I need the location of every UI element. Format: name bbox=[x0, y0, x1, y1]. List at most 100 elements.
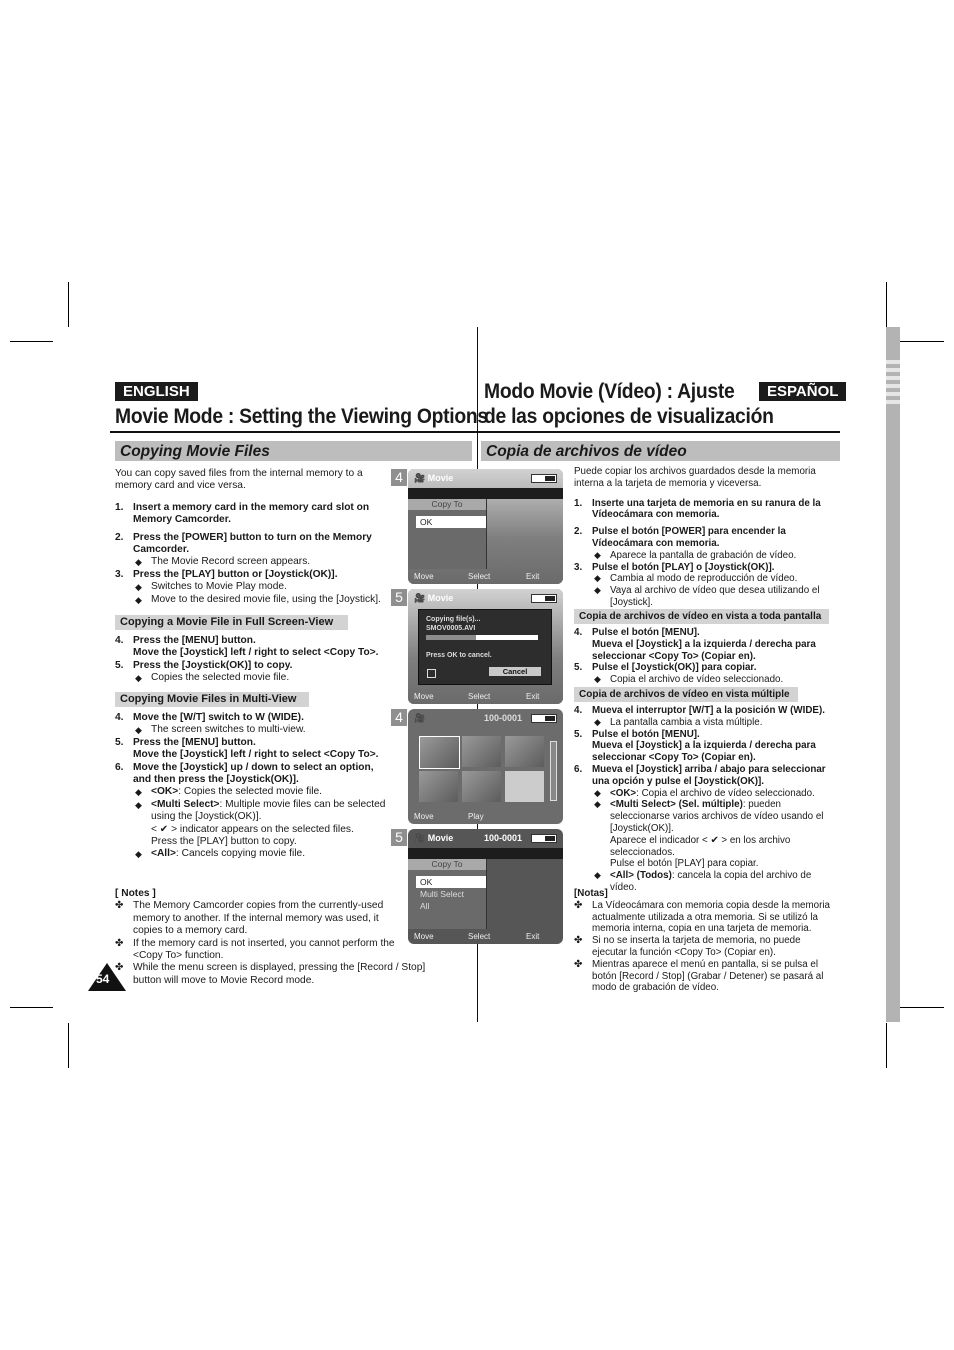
title-rule bbox=[110, 431, 477, 433]
side-tab bbox=[886, 327, 900, 1022]
menu-item-multi-select[interactable]: Multi Select bbox=[420, 888, 486, 900]
crop-mark bbox=[886, 282, 887, 327]
spanish-multi-view-steps: 4. Mueva el interruptor [W/T] a la posici… bbox=[574, 705, 836, 894]
note: ✤ Si no se inserta la tarjeta de memoria,… bbox=[574, 935, 801, 958]
movie-camera-icon: 🎥 bbox=[414, 593, 426, 603]
bullet: ◆ Switches to Movie Play mode. bbox=[135, 581, 287, 593]
copy-progress-bar bbox=[426, 635, 538, 640]
option-multi-select: ◆ <Multi Select> (Sel. múltiple): pueden … bbox=[594, 799, 824, 870]
subsection-multi-view: Copying Movie Files in Multi-View bbox=[115, 692, 309, 707]
camcorder-screen-copy-to: 🎥 Movie Copy To OK Move Select Exit bbox=[408, 469, 563, 584]
bullet: ◆ The screen switches to multi-view. bbox=[135, 724, 306, 736]
subsection-full-screen: Copying a Movie File in Full Screen-View bbox=[115, 615, 348, 630]
step-3: 3. Press the [PLAY] button or [Joystick(O… bbox=[115, 568, 338, 580]
spanish-body: Puede copiar los archivos guardados desd… bbox=[574, 466, 836, 609]
menu-title: Copy To bbox=[408, 859, 486, 870]
camcorder-screen-copying: 🎥 Movie Copying file(s)... SMOV0005.AVI … bbox=[408, 589, 563, 704]
bullet: ◆ Aparece la pantalla de grabación de víd… bbox=[594, 549, 797, 561]
step-5: 5. Pulse el botón [MENU]. Mueva el [Joysti… bbox=[574, 728, 816, 764]
intro-text: You can copy saved files from the intern… bbox=[115, 468, 363, 492]
step-6: 6. Move the [Joystick] up / down to selec… bbox=[115, 761, 374, 786]
note: ✤ La Vídeocámara con memoria copia desde … bbox=[574, 899, 830, 935]
menu-item-ok[interactable]: OK bbox=[416, 876, 486, 888]
english-page-title: Movie Mode : Setting the Viewing Options bbox=[115, 405, 488, 428]
movie-camera-icon: 🎥 bbox=[414, 473, 426, 483]
scrollbar[interactable] bbox=[550, 741, 557, 801]
bullet: ◆ Copies the selected movie file. bbox=[135, 672, 290, 684]
menu-icon-bar bbox=[408, 848, 563, 859]
step-4: 4. Move the [W/T] switch to W (WIDE). bbox=[115, 712, 304, 723]
spanish-title-line2: de las opciones de visualización bbox=[484, 405, 774, 428]
notes-title: [ Notes ] bbox=[115, 888, 156, 899]
cancel-button[interactable]: Cancel bbox=[489, 667, 541, 676]
spanish-notes: [Notas] ✤ La Vídeocámara con memoria copi… bbox=[574, 888, 838, 994]
step-4: 4. Mueva el interruptor [W/T] a la posici… bbox=[574, 705, 825, 716]
bullet: ◆ La pantalla cambia a vista múltiple. bbox=[594, 716, 763, 728]
step-5: 5. Press the [Joystick(OK)] to copy. bbox=[115, 659, 293, 671]
option-multi-select: ◆ <Multi Select>: Multiple movie files ca… bbox=[135, 798, 386, 848]
menu-item-ok[interactable]: OK bbox=[416, 516, 486, 528]
copy-icon bbox=[427, 669, 436, 678]
thumbnail[interactable] bbox=[505, 736, 544, 767]
option-ok: ◆ <OK>: Copies the selected movie file. bbox=[135, 786, 323, 798]
crop-mark bbox=[68, 1023, 69, 1068]
note: ✤ The Memory Camcorder copies from the cu… bbox=[115, 900, 384, 937]
note: ✤ Mientras aparece el menú en pantalla, s… bbox=[574, 958, 824, 994]
copy-to-menu: Copy To OK bbox=[408, 499, 487, 569]
thumbnail[interactable] bbox=[505, 771, 544, 802]
battery-icon bbox=[531, 474, 557, 483]
step-5: 5. Pulse el [Joystick(OK)] para copiar. bbox=[574, 662, 757, 674]
option-all: ◆ <All>: Cancels copying movie file. bbox=[135, 848, 306, 860]
notes-title: [Notas] bbox=[574, 888, 608, 899]
note: ✤ While the menu screen is displayed, pre… bbox=[115, 962, 426, 986]
english-section-title: Copying Movie Files bbox=[115, 441, 472, 461]
subsection-full-screen: Copia de archivos de vídeo en vista a to… bbox=[574, 609, 829, 624]
screen-step-number: 5 bbox=[391, 829, 407, 846]
note: ✤ If the memory card is not inserted, you… bbox=[115, 937, 395, 962]
crop-mark bbox=[10, 341, 53, 342]
battery-icon bbox=[531, 834, 557, 843]
spanish-section-title: Copia de archivos de vídeo bbox=[481, 441, 840, 461]
menu-item-all[interactable]: All bbox=[420, 900, 486, 912]
screen-header: 🎥 Movie bbox=[414, 593, 454, 603]
screen-footer: Move Select Exit bbox=[414, 692, 540, 701]
english-badge: ENGLISH bbox=[115, 382, 198, 401]
movie-camera-icon: 🎥 bbox=[414, 833, 426, 843]
movie-camera-icon: 🎥 bbox=[414, 713, 426, 723]
thumbnail[interactable] bbox=[462, 736, 501, 767]
intro-text: Puede copiar los archivos guardados desd… bbox=[574, 466, 816, 489]
screen-footer: Move Play bbox=[414, 812, 484, 821]
crop-mark bbox=[900, 341, 944, 342]
spanish-badge: ESPAÑOL bbox=[759, 382, 847, 401]
subsection-multi-view: Copia de archivos de vídeo en vista múlt… bbox=[574, 687, 798, 702]
bullet: ◆ Vaya al archivo de vídeo que desea util… bbox=[594, 585, 820, 608]
step-1: 1. Insert a memory card in the memory car… bbox=[115, 501, 370, 526]
copying-dialog: Copying file(s)... SMOV0005.AVI Press OK… bbox=[418, 609, 552, 685]
bullet: ◆ The Movie Record screen appears. bbox=[135, 556, 311, 568]
thumbnail-grid bbox=[419, 736, 544, 804]
screen-header: 🎥 Movie bbox=[414, 833, 454, 843]
step-5: 5. Press the [MENU] button. Move the [Joys… bbox=[115, 736, 379, 761]
crop-mark bbox=[68, 282, 69, 327]
step-2: 2. Press the [POWER] button to turn on th… bbox=[115, 531, 372, 556]
menu-title: Copy To bbox=[408, 499, 486, 510]
option-ok: ◆ <OK>: Copia el archivo de vídeo selecci… bbox=[594, 787, 815, 799]
thumbnail[interactable] bbox=[462, 771, 501, 802]
bullet: ◆ Copia el archivo de vídeo seleccionado. bbox=[594, 674, 784, 686]
thumbnail[interactable] bbox=[419, 736, 460, 769]
title-rule bbox=[478, 431, 840, 433]
crop-mark bbox=[886, 1023, 887, 1068]
bullet: ◆ Move to the desired movie file, using t… bbox=[135, 593, 381, 605]
step-2: 2. Pulse el botón [POWER] para encender l… bbox=[574, 526, 786, 549]
progress-fill bbox=[426, 635, 477, 640]
thumbnail[interactable] bbox=[419, 771, 458, 802]
step-4: 4. Pulse el botón [MENU]. Mueva el [Joysti… bbox=[574, 627, 816, 662]
english-body: You can copy saved files from the intern… bbox=[115, 468, 390, 606]
step-4: 4. Press the [MENU] button. Move the [Joys… bbox=[115, 635, 379, 659]
english-multi-view-steps: 4. Move the [W/T] switch to W (WIDE). ◆ Th… bbox=[115, 712, 390, 861]
step-3: 3. Pulse el botón [PLAY] o [Joystick(OK)]… bbox=[574, 561, 775, 573]
step-6: 6. Mueva el [Joystick] arriba / abajo par… bbox=[574, 763, 826, 787]
copy-to-menu: Copy To OK Multi Select All bbox=[408, 859, 487, 929]
screen-footer: Move Select Exit bbox=[414, 932, 540, 941]
camcorder-screen-multi-view: 🎥 100-0001 Move Play bbox=[408, 709, 563, 824]
